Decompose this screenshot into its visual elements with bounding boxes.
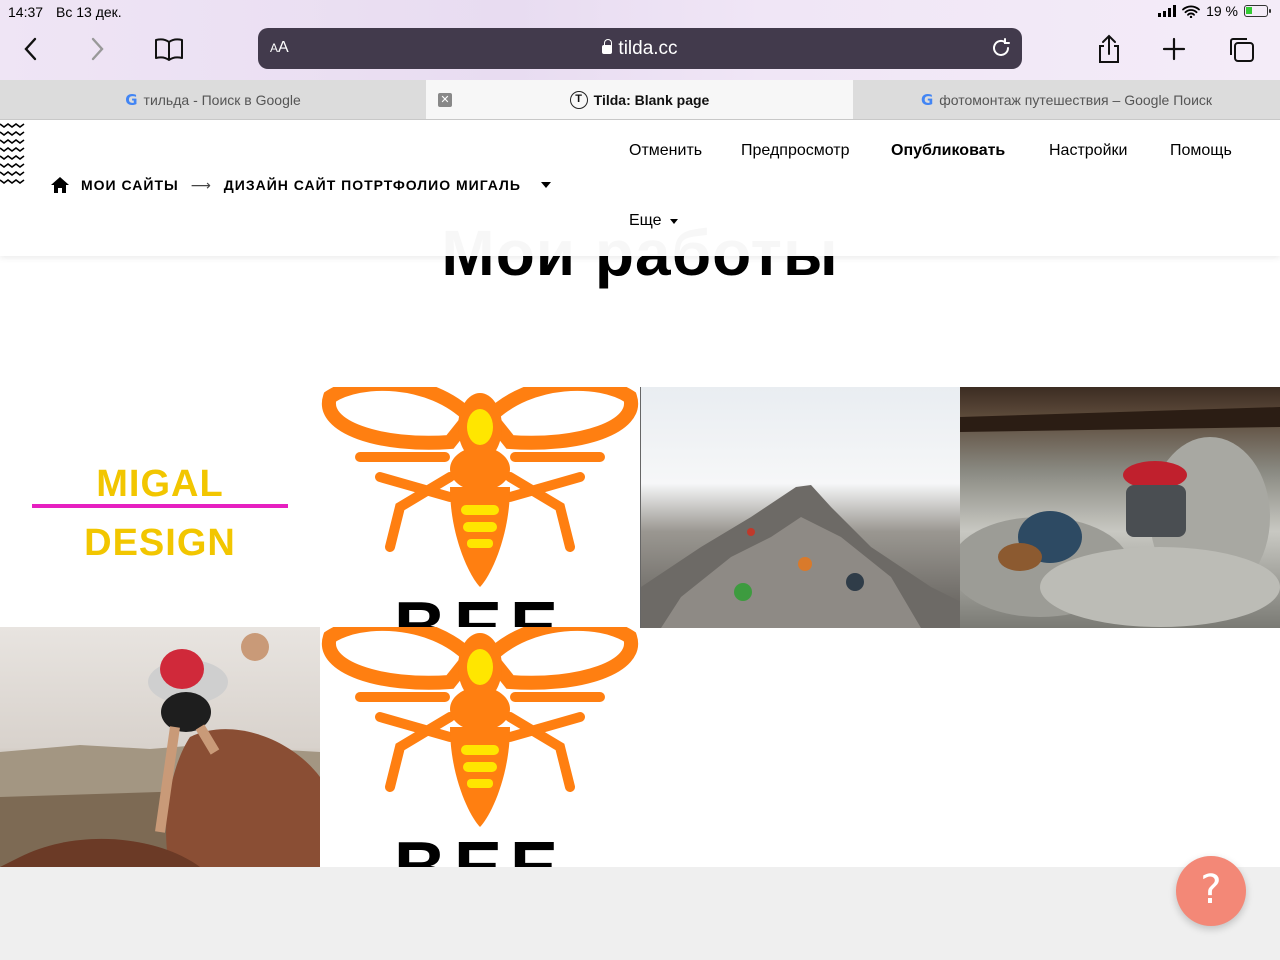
backpack-photo (960, 407, 1280, 627)
gallery-item-bee-1[interactable]: BEE (320, 387, 640, 628)
breadcrumb: МОИ САЙТЫ ⟶ ДИЗАЙН САЙТ ПОТРТФОЛИО МИГАЛ… (50, 176, 551, 194)
close-tab-icon[interactable]: ✕ (438, 93, 452, 107)
chevron-left-icon (24, 37, 37, 61)
status-date: Вс 13 дек. (56, 4, 122, 20)
tabs-overview-button[interactable] (1224, 32, 1258, 66)
google-icon: G (125, 90, 138, 109)
gallery-item-backpack[interactable] (960, 387, 1280, 628)
tilda-editor-panel: Отменить Предпросмотр Опубликовать Настр… (0, 120, 1280, 256)
logo-divider (32, 504, 288, 508)
help-fab-button[interactable]: ? (1176, 856, 1246, 926)
tab-google-search-1[interactable]: G тильда - Поиск в Google (0, 80, 426, 119)
battery-percent: 19 % (1206, 3, 1238, 19)
status-right: 19 % (1158, 3, 1271, 19)
chevron-right-icon (91, 37, 104, 61)
bee-caption: BEE (393, 588, 567, 628)
gallery-item-climber[interactable] (0, 627, 320, 867)
browser-chrome: 14:37 Вс 13 дек. 19 % AA tilda.cc (0, 0, 1280, 80)
breadcrumb-arrow-icon: ⟶ (190, 176, 212, 193)
logo-text-line2: DESIGN (84, 522, 236, 564)
back-button[interactable] (14, 32, 48, 66)
tab-label: тильда - Поиск в Google (143, 91, 301, 108)
tilda-icon: T (569, 90, 588, 109)
climber-photo (0, 633, 320, 867)
home-icon[interactable] (50, 176, 70, 194)
gallery-item-migal-logo[interactable]: MIGAL DESIGN (0, 387, 320, 628)
project-dropdown-icon[interactable] (540, 182, 551, 188)
my-sites-link[interactable]: МОИ САЙТЫ (81, 177, 179, 193)
help-link[interactable]: Помощь (1170, 142, 1232, 160)
more-menu-button[interactable]: Еще (629, 212, 678, 230)
forward-button[interactable] (80, 32, 114, 66)
tilda-zigzag-logo (0, 123, 25, 184)
reload-icon[interactable] (990, 37, 1012, 59)
wifi-icon (1182, 5, 1200, 18)
project-link[interactable]: ДИЗАЙН САЙТ ПОТРТФОЛИО МИГАЛЬ (224, 177, 521, 193)
cancel-button[interactable]: Отменить (629, 142, 702, 160)
gallery-item-bee-2[interactable]: BEE (320, 627, 640, 867)
google-icon: G (920, 90, 934, 109)
tab-bar: G тильда - Поиск в Google ✕ T Tilda: Bla… (0, 80, 1280, 120)
share-icon (1099, 34, 1119, 63)
status-bar: 14:37 Вс 13 дек. 19 % (0, 0, 1280, 24)
page-content: Мои работы Отменить Предпросмотр Опублик… (0, 120, 1280, 867)
more-label: Еще (629, 212, 662, 229)
status-time: 14:37 (8, 4, 44, 20)
plus-icon (1162, 37, 1186, 61)
bookmarks-button[interactable] (150, 32, 188, 66)
tabs-icon (1230, 38, 1254, 62)
new-tab-button[interactable] (1157, 32, 1191, 66)
chevron-down-icon (669, 218, 678, 224)
tab-google-search-2[interactable]: G фотомонтаж путешествия – Google Поиск (853, 80, 1280, 119)
address-bar[interactable]: AA tilda.cc (258, 28, 1022, 69)
settings-button[interactable]: Настройки (1049, 142, 1127, 160)
book-icon (155, 38, 183, 61)
tab-label: фотомонтаж путешествия – Google Поиск (939, 91, 1213, 108)
publish-button[interactable]: Опубликовать (891, 142, 1005, 160)
tab-tilda-active[interactable]: ✕ T Tilda: Blank page (426, 80, 853, 119)
lock-icon (602, 39, 613, 54)
mountain-photo (641, 485, 960, 628)
signal-icon (1158, 5, 1177, 17)
logo-text-line1: MIGAL (96, 463, 224, 505)
gallery-item-mountain-hikers[interactable] (640, 387, 960, 628)
tab-label: Tilda: Blank page (593, 91, 710, 108)
bee-caption: BEE (320, 827, 640, 867)
preview-button[interactable]: Предпросмотр (741, 142, 850, 160)
share-button[interactable] (1092, 32, 1126, 66)
url-display: tilda.cc (258, 38, 1022, 60)
url-text: tilda.cc (618, 38, 678, 59)
battery-icon (1244, 5, 1271, 17)
